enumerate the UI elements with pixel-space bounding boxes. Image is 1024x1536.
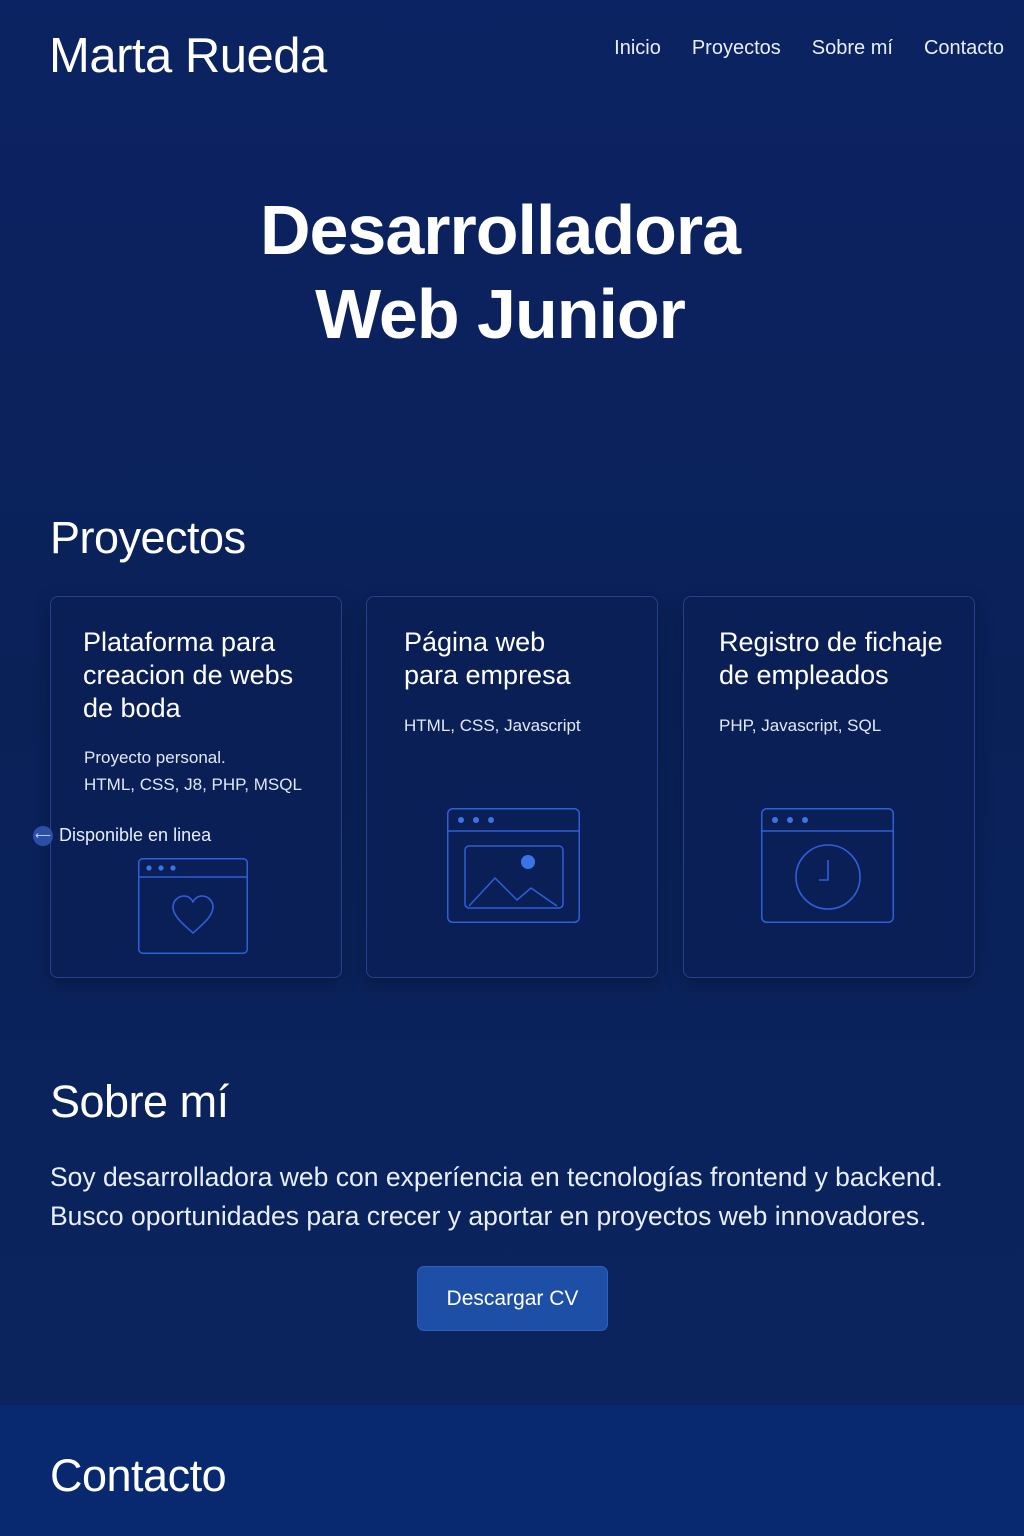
- site-header: Marta Rueda Inicio Proyectos Sobre mí Co…: [0, 0, 1024, 110]
- project-card-1-description: Proyecto personal. HTML, CSS, J8, PHP, M…: [84, 744, 302, 798]
- nav-link-sobre-mi[interactable]: Sobre mí: [812, 37, 893, 60]
- nav-link-contacto[interactable]: Contacto: [924, 37, 1004, 60]
- project-card-1-title: Plataforma para creacion de webs de boda: [83, 626, 293, 725]
- main-nav: Inicio Proyectos Sobre mí Contacto: [614, 37, 1004, 60]
- browser-clock-icon: [761, 808, 894, 923]
- project-card-3-title: Registro de fichaje de empleados: [719, 626, 943, 692]
- project-card-1-title-line: de boda: [83, 693, 181, 723]
- link-icon: ⟵: [33, 825, 53, 846]
- nav-link-proyectos[interactable]: Proyectos: [692, 37, 781, 60]
- about-description-line: Soy desarrolladora web con experíencia e…: [50, 1162, 943, 1192]
- site-logo[interactable]: Marta Rueda: [49, 28, 327, 84]
- project-card-2-tech-stack: HTML, CSS, Javascript: [404, 716, 581, 735]
- hero-title: Desarrolladora Web Junior: [0, 188, 1000, 356]
- contact-section-title: Contacto: [50, 1450, 227, 1501]
- project-card-1-online-status[interactable]: ⟵ Disponible en linea: [33, 825, 211, 846]
- download-cv-button[interactable]: Descargar CV: [417, 1266, 608, 1331]
- project-card-2-title: Página web para empresa: [404, 626, 571, 692]
- project-card-3-title-line: de empleados: [719, 660, 889, 690]
- browser-heart-icon: [138, 858, 248, 954]
- about-description-line: Busco oportunidades para crecer y aporta…: [50, 1201, 927, 1231]
- project-card-1-title-line: creacion de webs: [83, 660, 294, 690]
- online-status-label: Disponible en linea: [59, 825, 212, 845]
- hero-title-line-2: Web Junior: [315, 275, 686, 353]
- project-card-3-tech-stack: PHP, Javascript, SQL: [719, 716, 882, 735]
- project-card-3-title-line: Registro de fichaje: [719, 627, 943, 657]
- project-card-2-title-line: Página web: [404, 627, 546, 657]
- hero-title-line-1: Desarrolladora: [259, 191, 741, 269]
- projects-section-title: Proyectos: [50, 512, 246, 563]
- project-card-1-description-line: Proyecto personal.: [84, 748, 226, 767]
- nav-link-inicio[interactable]: Inicio: [614, 37, 661, 60]
- project-card-2-title-line: para empresa: [404, 660, 571, 690]
- about-description: Soy desarrolladora web con experíencia e…: [50, 1158, 1010, 1236]
- about-section-title: Sobre mí: [50, 1076, 229, 1127]
- browser-image-icon: [447, 808, 580, 923]
- project-card-1-title-line: Plataforma para: [83, 627, 276, 657]
- project-card-1-tech-stack: HTML, CSS, J8, PHP, MSQL: [84, 775, 302, 794]
